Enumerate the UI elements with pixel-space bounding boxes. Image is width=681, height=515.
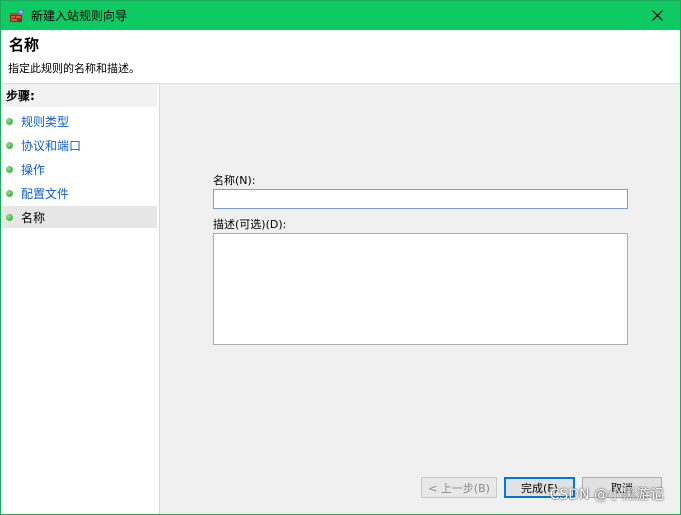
description-label: 描述(可选)(D): (213, 218, 287, 231)
step-label: 操作 (21, 162, 46, 177)
firewall-wizard-icon (10, 8, 24, 22)
green-dot-icon (6, 117, 13, 125)
green-dot-icon (6, 213, 13, 221)
wizard-window: 新建入站规则向导 名称 指定此规则的名称和描述。 步骤: 规则类型 协议和端口 … (0, 0, 681, 515)
step-profile[interactable]: 配置文件 (1, 182, 157, 204)
step-label: 名称 (21, 210, 46, 225)
page-title: 名称 (9, 36, 40, 54)
step-protocol-ports[interactable]: 协议和端口 (1, 134, 157, 156)
close-icon (651, 10, 663, 21)
steps-heading: 步骤: (1, 85, 157, 107)
green-dot-icon (6, 165, 13, 173)
name-label: 名称(N): (213, 174, 256, 187)
step-label: 规则类型 (21, 114, 70, 129)
close-button[interactable] (634, 1, 680, 30)
window-title: 新建入站规则向导 (31, 9, 128, 23)
step-rule-type[interactable]: 规则类型 (1, 110, 157, 132)
name-input[interactable] (213, 189, 628, 209)
page-header: 名称 指定此规则的名称和描述。 (1, 30, 680, 84)
step-label: 配置文件 (21, 186, 70, 201)
green-dot-icon (6, 189, 13, 197)
page-description: 指定此规则的名称和描述。 (8, 62, 140, 75)
watermark: CSDN @小黑游记 (549, 487, 664, 503)
title-bar: 新建入站规则向导 (1, 1, 680, 30)
steps-panel: 步骤: 规则类型 协议和端口 操作 配置文件 名称 (1, 85, 160, 514)
content-area: 名称(N): 描述(可选)(D): < 上一步(B) 完成(F) 取消 (161, 85, 680, 514)
step-name: 名称 (1, 206, 157, 228)
back-button[interactable]: < 上一步(B) (421, 477, 497, 498)
description-input[interactable] (213, 233, 628, 345)
step-label: 协议和端口 (21, 138, 82, 153)
step-action[interactable]: 操作 (1, 158, 157, 180)
green-dot-icon (6, 141, 13, 149)
